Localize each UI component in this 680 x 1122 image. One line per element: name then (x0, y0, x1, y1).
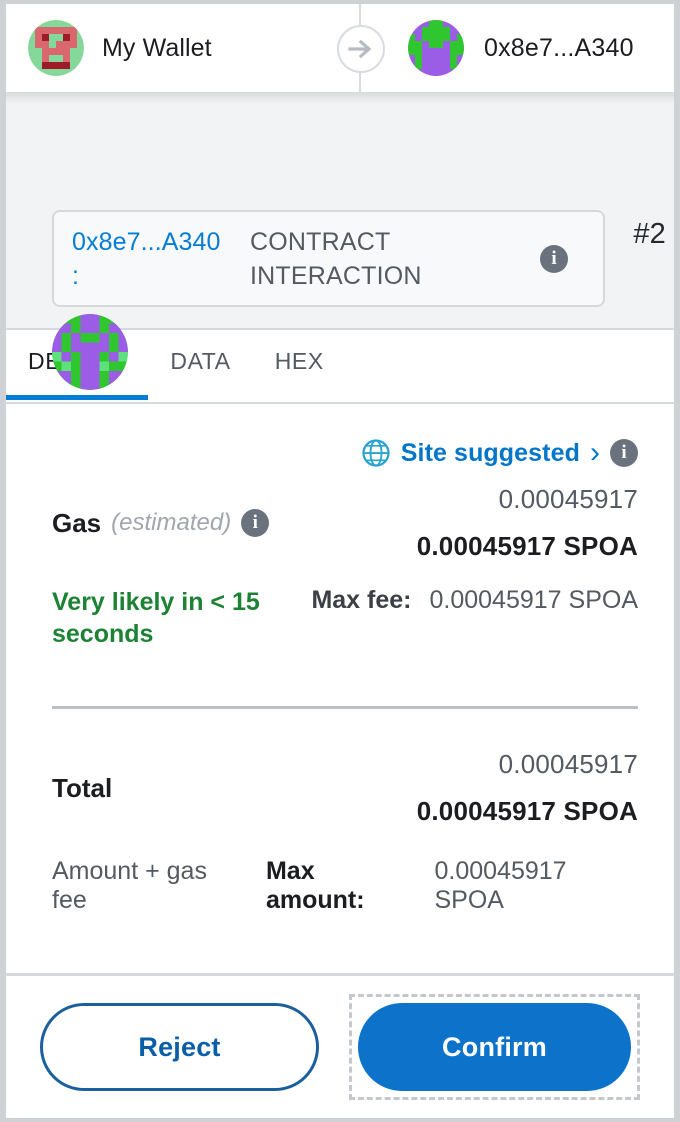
total-fiat-amount: 0.00045917 (498, 749, 638, 779)
gas-source-label: Site suggested (400, 438, 580, 467)
max-fee-label: Max fee: (311, 586, 412, 614)
gas-estimated-note: (estimated) (111, 509, 232, 536)
contract-address-text: 0x8e7...A340 (72, 227, 221, 256)
contract-address-separator: : (72, 261, 80, 290)
max-fee-value: 0.00045917 SPOA (429, 586, 639, 614)
sender-account-name: My Wallet (102, 33, 212, 62)
arrow-right-icon (337, 25, 385, 73)
tab-data[interactable]: DATA (148, 348, 252, 395)
arrow-glyph (348, 39, 372, 59)
chevron-right-icon[interactable]: › (590, 438, 600, 468)
total-amounts: 0.00045917 0.00045917 SPOA (417, 749, 638, 827)
panel-shadow (6, 92, 674, 104)
contract-interaction-box[interactable]: 0x8e7...A340 : CONTRACT INTERACTION i (52, 210, 605, 307)
interaction-type-label: CONTRACT INTERACTION (250, 227, 422, 290)
nonce-badge: #2 (633, 218, 666, 250)
total-sublabel: Amount + gas fee (52, 857, 207, 914)
total-subrow: Amount + gas fee Max amount: 0.00045917 … (6, 857, 674, 915)
details-panel: Site suggested › i Gas (estimated) i 0.0… (6, 404, 674, 973)
gas-label: Gas (52, 507, 102, 538)
sender-avatar (28, 20, 84, 76)
gas-info-icon[interactable]: i (241, 509, 270, 537)
globe-icon (362, 439, 390, 467)
origin-panel: #2 0x8e7...A340 : CONTRACT INTERACTION i (6, 92, 674, 390)
confirm-button[interactable]: Confirm (358, 1003, 631, 1091)
action-footer: Reject Confirm (6, 973, 674, 1118)
transaction-header: My Wallet 0x8e7...A340 (6, 4, 674, 92)
max-fee-group: Max fee: 0.00045917 SPOA (311, 586, 638, 615)
tab-hex[interactable]: HEX (253, 348, 346, 395)
gas-label-group: Gas (estimated) i (52, 507, 270, 539)
total-row: Total 0.00045917 0.00045917 SPOA (6, 749, 674, 827)
total-label: Total (52, 772, 113, 803)
gas-source-row[interactable]: Site suggested › i (6, 404, 674, 468)
gas-source-info-icon[interactable]: i (610, 439, 638, 467)
gas-speed-estimate: Very likely in < 15 seconds (52, 588, 260, 648)
info-icon[interactable]: i (540, 244, 568, 273)
gas-native-amount: 0.00045917 SPOA (416, 531, 638, 561)
recipient-address: 0x8e7...A340 (484, 33, 634, 62)
total-native-amount: 0.00045917 SPOA (416, 796, 638, 826)
contract-avatar (52, 314, 128, 390)
sender-section[interactable]: My Wallet (6, 20, 336, 76)
contract-address: 0x8e7...A340 : (72, 225, 250, 293)
gas-amounts: 0.00045917 0.00045917 SPOA (417, 484, 638, 562)
gas-speed-row: Very likely in < 15 seconds Max fee: 0.0… (6, 586, 674, 650)
confirm-button-focus-ring: Confirm (349, 994, 640, 1100)
max-amount-value: 0.00045917 SPOA (434, 857, 567, 914)
recipient-avatar (408, 20, 464, 76)
max-amount-label: Max amount: (265, 857, 365, 914)
reject-button[interactable]: Reject (40, 1003, 319, 1091)
gas-fiat-amount: 0.00045917 (498, 484, 638, 514)
section-divider (52, 706, 638, 709)
confirmation-window: My Wallet 0x8e7...A340 #2 0x8e7...A340:… (6, 4, 674, 1118)
gas-row: Gas (estimated) i 0.00045917 0.00045917 … (6, 484, 674, 562)
